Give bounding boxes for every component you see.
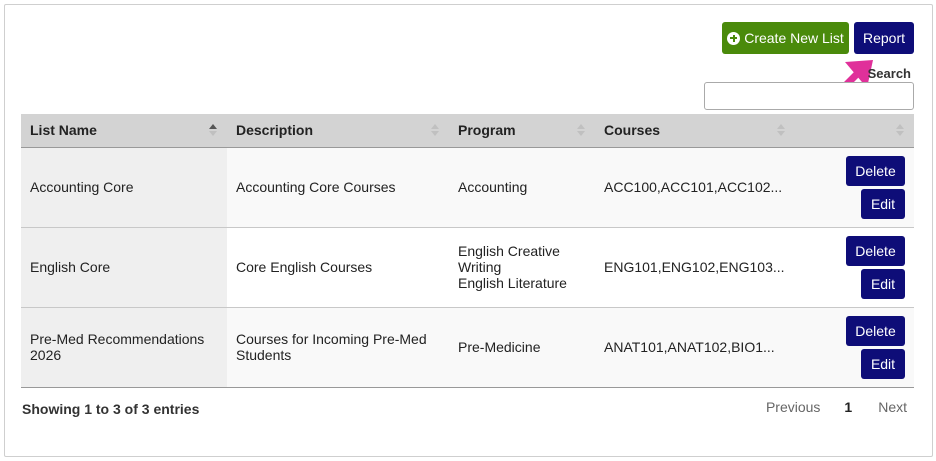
table-row: English Core Core English Courses Englis… (21, 227, 914, 308)
cell-program: Pre-Medicine (449, 307, 595, 388)
column-header-list-name[interactable]: List Name (21, 114, 227, 148)
column-header-courses[interactable]: Courses (595, 114, 795, 148)
delete-button[interactable]: Delete (846, 315, 905, 346)
delete-button[interactable]: Delete (846, 155, 905, 186)
table-info: Showing 1 to 3 of 3 entries (22, 401, 200, 417)
cell-actions: Delete Edit (795, 227, 914, 308)
edit-button[interactable]: Edit (861, 188, 905, 219)
cell-list-name: Accounting Core (21, 147, 227, 228)
sort-icon (777, 122, 785, 138)
create-new-list-label: Create New List (744, 30, 844, 46)
report-button[interactable]: Report (854, 22, 914, 54)
cell-courses: ACC100,ACC101,ACC102... (595, 147, 795, 228)
cell-list-name: English Core (21, 227, 227, 308)
next-page-link[interactable]: Next (872, 399, 913, 415)
previous-page-link[interactable]: Previous (760, 399, 826, 415)
column-header-label: Description (236, 122, 314, 139)
create-new-list-button[interactable]: Create New List (722, 22, 849, 54)
cell-courses: ANAT101,ANAT102,BIO1... (595, 307, 795, 388)
cell-description: Courses for Incoming Pre-Med Students (227, 307, 449, 388)
cell-program: English Creative Writing English Literat… (449, 227, 595, 308)
column-header-label: List Name (30, 122, 97, 139)
search-input[interactable] (704, 82, 914, 110)
column-header-label: Program (458, 122, 516, 139)
table-row: Accounting Core Accounting Core Courses … (21, 147, 914, 228)
sort-icon (577, 122, 585, 138)
sort-icon (431, 122, 439, 138)
lists-table: List Name Description Program Courses Ac… (21, 114, 914, 388)
column-header-program[interactable]: Program (449, 114, 595, 148)
table-header-row: List Name Description Program Courses (21, 114, 914, 148)
cell-courses: ENG101,ENG102,ENG103... (595, 227, 795, 308)
sort-ascending-icon (209, 122, 217, 138)
cell-list-name: Pre-Med Recommendations 2026 (21, 307, 227, 388)
sort-icon (896, 122, 904, 138)
page-number-link[interactable]: 1 (838, 399, 858, 415)
edit-button[interactable]: Edit (861, 268, 905, 299)
search-label: Search (867, 66, 911, 81)
cell-description: Accounting Core Courses (227, 147, 449, 228)
plus-circle-icon (727, 31, 741, 45)
edit-button[interactable]: Edit (861, 348, 905, 379)
cell-actions: Delete Edit (795, 307, 914, 388)
delete-button[interactable]: Delete (846, 235, 905, 266)
cell-actions: Delete Edit (795, 147, 914, 228)
cell-program: Accounting (449, 147, 595, 228)
pagination: Previous 1 Next (760, 399, 913, 415)
column-header-actions[interactable] (795, 114, 914, 148)
cell-description: Core English Courses (227, 227, 449, 308)
table-row: Pre-Med Recommendations 2026 Courses for… (21, 307, 914, 388)
column-header-description[interactable]: Description (227, 114, 449, 148)
column-header-label: Courses (604, 122, 661, 139)
